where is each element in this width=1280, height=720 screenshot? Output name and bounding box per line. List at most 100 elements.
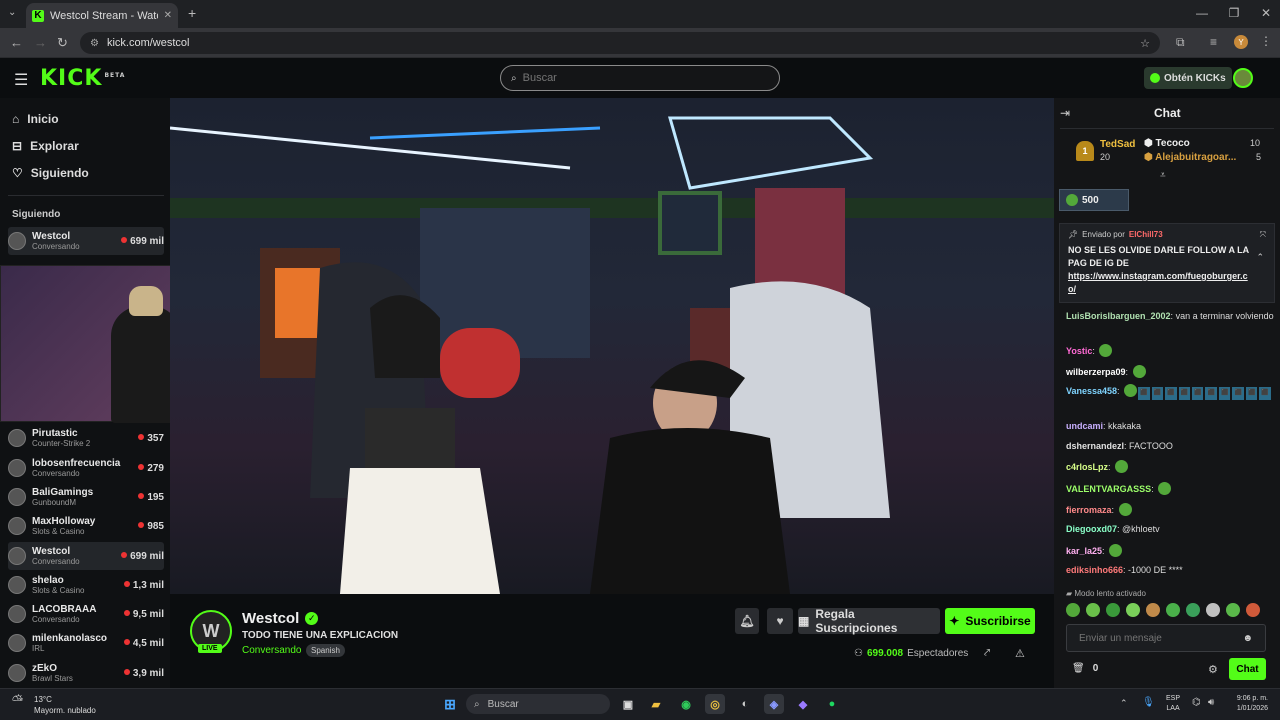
emote-icon[interactable] — [1186, 603, 1200, 617]
send-chat-button[interactable]: Chat — [1229, 658, 1266, 680]
collapse-pinned-icon[interactable]: ⌃ — [1256, 252, 1264, 263]
chat-settings-icon[interactable]: ⚙ — [1208, 663, 1218, 676]
emoji-icon[interactable]: ☻ — [1242, 633, 1253, 644]
task-view-icon[interactable]: ▣ — [618, 694, 638, 714]
emote-icon[interactable] — [1246, 603, 1260, 617]
chat-username[interactable]: wilberzerpa09 — [1066, 367, 1126, 377]
leader-name[interactable]: TedSad — [1100, 139, 1135, 150]
notification-bell-button[interactable]: 🔔︎ — [735, 608, 759, 634]
channel-points[interactable]: 🗑︎ 0 — [1072, 663, 1098, 674]
nav-item-inicio[interactable]: ⌂ Inicio — [12, 112, 59, 126]
collapse-chat-icon[interactable]: ⇥ — [1060, 106, 1070, 120]
volume-icon[interactable]: 🔊︎ — [1208, 697, 1214, 708]
chat-username[interactable]: fierromaza — [1066, 505, 1112, 515]
sidebar-channel-shelao[interactable]: shelao Slots & Casino 1,3 mil — [8, 571, 164, 599]
emote-icon[interactable] — [1086, 603, 1100, 617]
language-indicator[interactable]: ESP LAA — [1166, 694, 1180, 714]
discord-icon[interactable]: ◈ — [764, 694, 784, 714]
reload-icon[interactable]: ↻ — [57, 35, 68, 51]
chat-input[interactable] — [1079, 632, 1239, 644]
sidebar-channel-pirutastic[interactable]: Pirutastic Counter-Strike 2 357 — [8, 424, 164, 452]
whatsapp-icon[interactable]: ◉ — [676, 694, 696, 714]
browser-menu-icon[interactable]: ⋮ — [1260, 34, 1272, 48]
minimize-icon[interactable]: — — [1192, 6, 1212, 20]
pinned-link[interactable]: https://www.instagram.com/fuegoburger.co… — [1068, 270, 1253, 296]
weather-widget[interactable]: 13°C Mayorm. nublado — [34, 694, 96, 716]
emote-icon[interactable] — [1146, 603, 1160, 617]
weather-icon[interactable]: ⛅︎ — [12, 692, 23, 709]
leader-name[interactable]: ⬢ Tecoco — [1144, 138, 1190, 149]
chat-username[interactable]: Vanessa458 — [1066, 386, 1117, 396]
language-tag[interactable]: Spanish — [306, 644, 345, 657]
pinned-user[interactable]: ElChill73 — [1129, 230, 1163, 240]
restore-icon[interactable]: ❐ — [1224, 6, 1244, 20]
spotify-icon[interactable]: ● — [822, 694, 842, 714]
emote-icon[interactable] — [1106, 603, 1120, 617]
emote-icon[interactable] — [1066, 603, 1080, 617]
tray-overflow-icon[interactable]: ⌃ — [1120, 698, 1128, 709]
chat-username[interactable]: c4rlosLpz — [1066, 462, 1108, 472]
emote-icon[interactable] — [1126, 603, 1140, 617]
search-bar[interactable]: ⌕ — [500, 65, 780, 91]
windows-start-icon[interactable]: ⊞ — [440, 694, 460, 714]
browser-tab[interactable]: K Westcol Stream - Watch Li ✕ — [26, 3, 178, 28]
report-icon[interactable]: ⚠ — [1015, 647, 1025, 660]
streamer-name[interactable]: Westcol — [242, 610, 299, 627]
share-icon[interactable]: ⤤ — [984, 647, 990, 660]
chat-username[interactable]: Diegooxd07 — [1066, 524, 1117, 534]
site-info-icon[interactable]: ⚙ — [90, 38, 99, 49]
taskbar-search[interactable]: ⌕ Buscar — [466, 694, 610, 714]
address-bar[interactable]: ⚙ kick.com/westcol ☆ — [80, 32, 1160, 54]
file-explorer-icon[interactable]: ▰ — [646, 694, 666, 714]
chat-username[interactable]: LuisBorislbarguen_2002 — [1066, 311, 1171, 321]
search-input[interactable] — [522, 72, 753, 84]
expand-leaderboard-icon[interactable]: ⩡ — [1160, 170, 1166, 181]
bookmark-star-icon[interactable]: ☆ — [1140, 37, 1150, 50]
kick-logo[interactable]: KICK BETA — [40, 66, 125, 91]
microphone-icon[interactable]: 🎙︎ — [1142, 697, 1155, 708]
back-icon[interactable]: ← — [10, 35, 23, 50]
unpin-icon[interactable]: ⤧ — [1260, 230, 1266, 240]
chrome-icon[interactable]: ◎ — [705, 694, 725, 714]
chat-username[interactable]: VALENTVARGASSS — [1066, 484, 1151, 494]
close-tab-icon[interactable]: ✕ — [164, 10, 172, 21]
chat-username[interactable]: kar_la25 — [1066, 546, 1102, 556]
chat-username[interactable]: ediksinho666 — [1066, 565, 1123, 575]
leader-name[interactable]: ⬢ Alejabuitragoar... — [1144, 152, 1250, 163]
forward-icon[interactable]: → — [34, 35, 47, 50]
extensions-icon[interactable]: ⧉ — [1176, 35, 1185, 50]
sidebar-channel-milenkanolasco[interactable]: milenkanolasco IRL 4,5 mil — [8, 629, 164, 657]
chat-input-box[interactable]: ☻ — [1066, 624, 1266, 652]
kicks-goal-bar[interactable]: 500 — [1059, 189, 1129, 211]
following-channel-westcol[interactable]: Westcol Conversando 699 mil — [8, 227, 164, 255]
profile-avatar[interactable]: Y — [1234, 35, 1248, 49]
network-icon[interactable]: ⌬ — [1192, 697, 1201, 708]
chat-username[interactable]: Yostic — [1066, 346, 1092, 356]
clock[interactable]: 9:06 p. m. 1/01/2026 — [1228, 694, 1268, 714]
get-kicks-button[interactable]: Obtén KICKs — [1144, 67, 1232, 89]
media-control-icon[interactable]: ≡ — [1210, 35, 1217, 49]
chat-username[interactable]: undcami — [1066, 421, 1103, 431]
close-window-icon[interactable]: ✕ — [1256, 6, 1276, 20]
new-tab-button[interactable]: + — [188, 5, 196, 21]
emote-icon[interactable] — [1166, 603, 1180, 617]
subscribe-button[interactable]: ✦ Suscribirse — [945, 608, 1035, 634]
sidebar-channel-westcol[interactable]: Westcol Conversando 699 mil — [8, 542, 164, 570]
emote-icon[interactable] — [1206, 603, 1220, 617]
emote-icon[interactable] — [1226, 603, 1240, 617]
obs-icon[interactable]: ◐ — [735, 694, 755, 714]
follow-heart-button[interactable]: ♥ — [767, 608, 793, 634]
sidebar-channel-baligamings[interactable]: BaliGamings GunboundM 195 — [8, 483, 164, 511]
user-avatar[interactable] — [1233, 68, 1253, 88]
gift-subs-button[interactable]: ▦ Regala Suscripciones — [798, 607, 940, 635]
hamburger-menu-icon[interactable]: ☰ — [14, 70, 28, 90]
nav-item-siguiendo[interactable]: ♡ Siguiendo — [12, 166, 89, 180]
chat-username[interactable]: dshernandezl — [1066, 441, 1124, 451]
tab-list-icon[interactable]: ⌄ — [8, 7, 16, 18]
sidebar-channel-lacobraaa[interactable]: LACOBRAAA Conversando 9,5 mil — [8, 600, 164, 628]
stream-video-player[interactable] — [170, 98, 1054, 594]
app-icon[interactable]: ◆ — [793, 694, 813, 714]
stream-category[interactable]: Conversando — [242, 645, 301, 656]
sidebar-channel-zeko[interactable]: zEkO Brawl Stars 3,9 mil — [8, 659, 164, 687]
sidebar-channel-lobosenfrecuencia[interactable]: lobosenfrecuencia Conversando 279 — [8, 454, 164, 482]
